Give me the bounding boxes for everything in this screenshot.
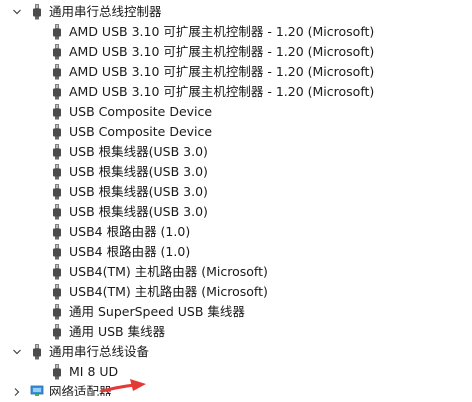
device-item[interactable]: USB 根集线器(USB 3.0) [0,182,472,202]
chevron-down-icon[interactable] [10,2,24,22]
device-item[interactable]: USB 根集线器(USB 3.0) [0,142,472,162]
device-label: AMD USB 3.10 可扩展主机控制器 - 1.20 (Microsoft) [69,64,375,79]
device-tree: 通用串行总线控制器 AMD USB 3.10 可扩展主机控制器 - 1.20 (… [0,2,472,396]
device-item[interactable]: USB4(TM) 主机路由器 (Microsoft) [0,282,472,302]
device-item[interactable]: USB Composite Device [0,122,472,142]
device-item[interactable]: AMD USB 3.10 可扩展主机控制器 - 1.20 (Microsoft) [0,62,472,82]
device-label: USB4(TM) 主机路由器 (Microsoft) [69,264,268,279]
device-label: USB4(TM) 主机路由器 (Microsoft) [69,284,268,299]
device-label: AMD USB 3.10 可扩展主机控制器 - 1.20 (Microsoft) [69,84,375,99]
device-item[interactable]: USB 根集线器(USB 3.0) [0,202,472,222]
device-label: USB 根集线器(USB 3.0) [69,204,208,219]
device-item[interactable]: AMD USB 3.10 可扩展主机控制器 - 1.20 (Microsoft) [0,42,472,62]
device-label: AMD USB 3.10 可扩展主机控制器 - 1.20 (Microsoft) [69,44,375,59]
device-label: USB Composite Device [69,104,213,119]
device-label: USB 根集线器(USB 3.0) [69,144,208,159]
category-label: 通用串行总线控制器 [49,4,162,19]
device-label: USB 根集线器(USB 3.0) [69,164,208,179]
device-label: USB 根集线器(USB 3.0) [69,184,208,199]
device-label: AMD USB 3.10 可扩展主机控制器 - 1.20 (Microsoft) [69,24,375,39]
category-usb-devices[interactable]: 通用串行总线设备 [0,342,472,362]
device-item[interactable]: AMD USB 3.10 可扩展主机控制器 - 1.20 (Microsoft) [0,82,472,102]
network-adapter-icon [30,384,46,396]
category-network-adapters[interactable]: 网络适配器 [0,382,472,396]
device-label: USB4 根路由器 (1.0) [69,244,191,259]
chevron-down-icon[interactable] [10,342,24,362]
device-item[interactable]: USB4 根路由器 (1.0) [0,242,472,262]
red-arrow-icon [100,376,150,399]
device-item[interactable]: USB4 根路由器 (1.0) [0,222,472,242]
device-label: 通用 USB 集线器 [69,324,166,339]
device-label: USB Composite Device [69,124,213,139]
device-label: 通用 SuperSpeed USB 集线器 [69,304,245,319]
chevron-right-icon[interactable] [10,382,24,396]
device-item[interactable]: 通用 SuperSpeed USB 集线器 [0,302,472,322]
category-usb-controllers[interactable]: 通用串行总线控制器 [0,2,472,22]
device-item[interactable]: USB4(TM) 主机路由器 (Microsoft) [0,262,472,282]
device-item[interactable]: AMD USB 3.10 可扩展主机控制器 - 1.20 (Microsoft) [0,22,472,42]
device-item[interactable]: USB 根集线器(USB 3.0) [0,162,472,182]
device-label: USB4 根路由器 (1.0) [69,224,191,239]
device-item[interactable]: MI 8 UD [0,362,472,382]
device-item[interactable]: USB Composite Device [0,102,472,122]
category-label: 通用串行总线设备 [49,344,150,359]
device-item[interactable]: 通用 USB 集线器 [0,322,472,342]
